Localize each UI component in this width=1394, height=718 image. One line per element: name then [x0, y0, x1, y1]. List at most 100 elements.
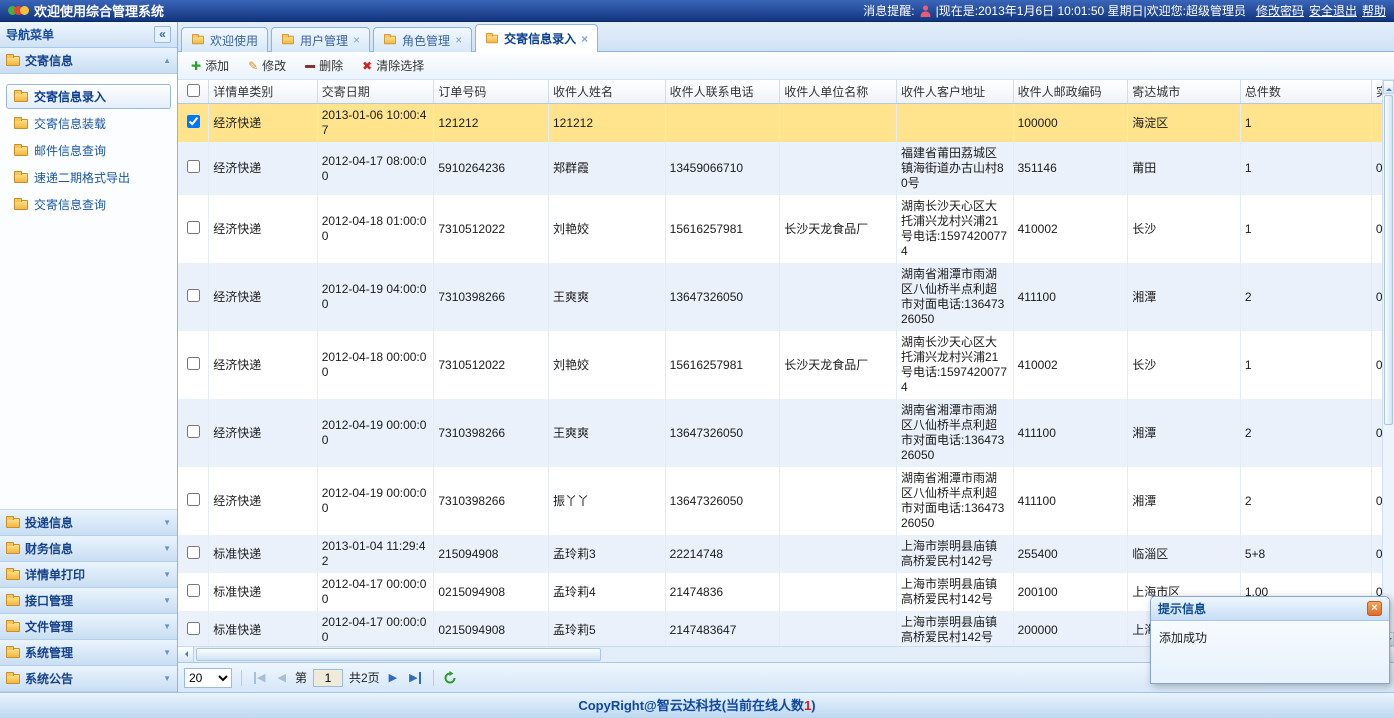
row-checkbox-cell[interactable]: [178, 399, 209, 467]
row-checkbox[interactable]: [187, 357, 200, 370]
scroll-left-button[interactable]: [178, 647, 194, 662]
cell-详情单类别: 标准快递: [209, 535, 317, 573]
tab-角色管理[interactable]: 角色管理: [373, 27, 472, 52]
row-checkbox-cell[interactable]: [178, 467, 209, 535]
toolbar-button-添加[interactable]: ✚添加: [183, 53, 237, 78]
cell-订单号码: 7310512022: [434, 195, 549, 263]
horizontal-scrollbar-thumb[interactable]: [196, 648, 601, 661]
column-header-收件人单位名称[interactable]: 收件人单位名称: [780, 80, 897, 104]
row-checkbox-cell[interactable]: [178, 104, 209, 143]
popup-message: 添加成功: [1159, 631, 1207, 645]
row-checkbox-cell[interactable]: [178, 573, 209, 611]
topbar-link-安全退出[interactable]: 安全退出: [1309, 4, 1357, 18]
page-number-input[interactable]: [313, 669, 343, 687]
toolbar-button-删除[interactable]: ▬删除: [297, 53, 351, 78]
vertical-scrollbar[interactable]: [1382, 80, 1394, 646]
row-checkbox[interactable]: [187, 221, 200, 234]
table-row[interactable]: 经济快递2012-04-18 00:00:007310512022刘艳姣1561…: [178, 331, 1394, 399]
tab-欢迎使用[interactable]: 欢迎使用: [181, 27, 268, 52]
row-checkbox[interactable]: [187, 289, 200, 302]
select-all-cell[interactable]: [178, 80, 209, 104]
toolbar-button-修改[interactable]: ✎修改: [240, 53, 294, 78]
popup-close-button[interactable]: [1367, 601, 1382, 616]
cell-收件人姓名: 121212: [548, 104, 665, 143]
sidebar-section-header-系统管理[interactable]: 系统管理: [0, 640, 177, 666]
sidebar-collapse-button[interactable]: [154, 26, 171, 43]
cell-详情单类别: 经济快递: [209, 331, 317, 399]
cell-寄达城市: 长沙: [1128, 195, 1241, 263]
tab-用户管理[interactable]: 用户管理: [271, 27, 370, 52]
sidebar-section-header-系统公告[interactable]: 系统公告: [0, 666, 177, 692]
close-tab-icon[interactable]: [581, 34, 588, 44]
column-header-总件数[interactable]: 总件数: [1240, 80, 1371, 104]
first-page-button[interactable]: [251, 670, 268, 685]
column-header-收件人联系电话[interactable]: 收件人联系电话: [665, 80, 780, 104]
row-checkbox-cell[interactable]: [178, 142, 209, 195]
column-header-收件人邮政编码[interactable]: 收件人邮政编码: [1013, 80, 1128, 104]
sidebar-item-速递二期格式导出[interactable]: 速递二期格式导出: [6, 165, 171, 190]
column-header-订单号码[interactable]: 订单号码: [434, 80, 549, 104]
sidebar-section-header-mail-info[interactable]: 交寄信息: [0, 48, 177, 74]
row-checkbox[interactable]: [187, 584, 200, 597]
table-row[interactable]: 经济快递2012-04-19 00:00:007310398266王爽爽1364…: [178, 399, 1394, 467]
sidebar-section-header-投递信息[interactable]: 投递信息: [0, 510, 177, 536]
sidebar-item-交寄信息录入[interactable]: 交寄信息录入: [6, 84, 171, 109]
sidebar-section-header-接口管理[interactable]: 接口管理: [0, 588, 177, 614]
topbar-link-修改密码[interactable]: 修改密码: [1256, 4, 1304, 18]
column-header-交寄日期[interactable]: 交寄日期: [317, 80, 434, 104]
last-page-button[interactable]: [406, 670, 423, 685]
cell-收件人邮政编码: 255400: [1013, 535, 1128, 573]
close-tab-icon[interactable]: [455, 35, 462, 45]
cell-详情单类别: 经济快递: [209, 263, 317, 331]
column-header-详情单类别[interactable]: 详情单类别: [209, 80, 317, 104]
table-row[interactable]: 经济快递2012-04-19 00:00:007310398266振丫丫1364…: [178, 467, 1394, 535]
row-checkbox[interactable]: [187, 493, 200, 506]
row-checkbox-cell[interactable]: [178, 535, 209, 573]
column-header-收件人姓名[interactable]: 收件人姓名: [548, 80, 665, 104]
column-header-寄达城市[interactable]: 寄达城市: [1128, 80, 1241, 104]
table-row[interactable]: 经济快递2012-04-17 08:00:005910264236郑群霞1345…: [178, 142, 1394, 195]
row-checkbox-cell[interactable]: [178, 611, 209, 646]
popup-body: 添加成功: [1151, 621, 1389, 683]
sidebar-item-交寄信息查询[interactable]: 交寄信息查询: [6, 192, 171, 217]
vertical-scrollbar-thumb[interactable]: [1384, 95, 1393, 425]
row-checkbox-cell[interactable]: [178, 195, 209, 263]
topbar-link-帮助[interactable]: 帮助: [1362, 4, 1386, 18]
row-checkbox[interactable]: [187, 115, 200, 128]
cell-收件人联系电话: 2147483647: [665, 611, 780, 646]
sidebar-item-邮件信息查询[interactable]: 邮件信息查询: [6, 138, 171, 163]
cell-订单号码: 121212: [434, 104, 549, 143]
cell-订单号码: 7310398266: [434, 399, 549, 467]
message-user-icon[interactable]: [920, 5, 931, 17]
sidebar-section-header-详情单打印[interactable]: 详情单打印: [0, 562, 177, 588]
toolbar-button-清除选择[interactable]: ✖清除选择: [354, 53, 432, 78]
column-header-收件人客户地址[interactable]: 收件人客户地址: [896, 80, 1013, 104]
table-row[interactable]: 经济快递2012-04-19 04:00:007310398266王爽爽1364…: [178, 263, 1394, 331]
select-all-checkbox[interactable]: [187, 84, 200, 97]
cell-收件人姓名: 孟玲莉4: [548, 573, 665, 611]
table-row[interactable]: 经济快递2013-01-06 10:00:4712121212121210000…: [178, 104, 1394, 143]
row-checkbox[interactable]: [187, 160, 200, 173]
sidebar-item-交寄信息装载[interactable]: 交寄信息装载: [6, 111, 171, 136]
sidebar-section-header-财务信息[interactable]: 财务信息: [0, 536, 177, 562]
row-checkbox-cell[interactable]: [178, 263, 209, 331]
row-checkbox[interactable]: [187, 546, 200, 559]
tab-交寄信息录入[interactable]: 交寄信息录入: [475, 24, 598, 52]
cell-收件人客户地址: 湖南长沙天心区大托浦兴龙村兴浦21号电话:15974200774: [896, 195, 1013, 263]
row-checkbox[interactable]: [187, 622, 200, 635]
page-size-select[interactable]: 20: [184, 668, 232, 688]
cell-详情单类别: 经济快递: [209, 104, 317, 143]
scroll-up-button[interactable]: [1383, 80, 1394, 94]
row-checkbox-cell[interactable]: [178, 331, 209, 399]
table-row[interactable]: 经济快递2012-04-18 01:00:007310512022刘艳姣1561…: [178, 195, 1394, 263]
close-tab-icon[interactable]: [353, 35, 360, 45]
row-checkbox[interactable]: [187, 425, 200, 438]
sidebar-section-header-文件管理[interactable]: 文件管理: [0, 614, 177, 640]
next-page-button[interactable]: [386, 670, 400, 685]
cell-收件人联系电话: 15616257981: [665, 195, 780, 263]
refresh-icon[interactable]: [443, 671, 457, 685]
cell-收件人姓名: 刘艳姣: [548, 195, 665, 263]
table-row[interactable]: 标准快递2013-01-04 11:29:42215094908孟玲莉32221…: [178, 535, 1394, 573]
cell-详情单类别: 经济快递: [209, 195, 317, 263]
previous-page-button[interactable]: [274, 670, 288, 685]
